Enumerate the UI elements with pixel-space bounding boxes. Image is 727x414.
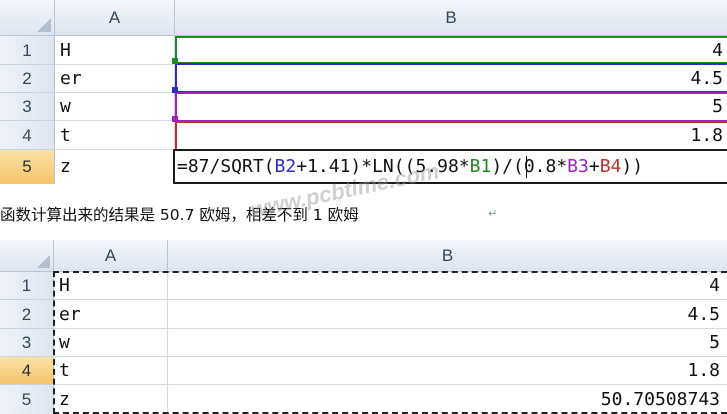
cell-b1[interactable]: 4: [176, 36, 725, 65]
cell-a4[interactable]: t: [57, 121, 173, 150]
corner-triangle-icon: [37, 255, 50, 268]
row-header-3[interactable]: 3: [0, 329, 54, 357]
cell-a5[interactable]: z: [56, 385, 166, 414]
row-header-1[interactable]: 1: [0, 272, 54, 300]
row-header-2[interactable]: 2: [0, 65, 55, 93]
return-mark-icon: ↵: [488, 207, 498, 220]
row-header-4-selected[interactable]: 4: [0, 357, 54, 385]
cell-a3[interactable]: w: [57, 93, 173, 121]
cell-a2[interactable]: er: [56, 300, 166, 329]
cell-a5[interactable]: z: [57, 150, 173, 184]
text-cursor: [526, 156, 527, 178]
formula-segment: +: [588, 156, 600, 177]
formula-segment: =87/SQRT(: [177, 156, 275, 177]
row-header-5-selected[interactable]: 5: [0, 150, 55, 184]
row-header-3[interactable]: 3: [0, 93, 55, 121]
cell-a4[interactable]: t: [56, 357, 166, 385]
cell-a1[interactable]: H: [57, 36, 173, 65]
cell-b3[interactable]: 5: [169, 329, 722, 357]
cell-b4[interactable]: 1.8: [176, 121, 725, 150]
formula-segment: B3: [567, 156, 589, 177]
cell-b1[interactable]: 4: [169, 272, 722, 300]
select-all-corner[interactable]: [0, 0, 55, 36]
row-header-2[interactable]: 2: [0, 300, 54, 329]
select-all-corner[interactable]: [0, 240, 54, 272]
cell-a1[interactable]: H: [56, 272, 166, 300]
cell-a3[interactable]: w: [56, 329, 166, 357]
column-header-b[interactable]: B: [175, 0, 727, 36]
formula-segment: )): [621, 156, 644, 177]
row-header-1[interactable]: 1: [0, 36, 55, 65]
formula-segment: B2: [274, 156, 297, 177]
formula-segment: B1: [469, 156, 492, 177]
row-header-4[interactable]: 4: [0, 121, 55, 150]
cell-b2[interactable]: 4.5: [169, 300, 722, 329]
cell-b3[interactable]: 5: [176, 93, 725, 121]
cell-b2[interactable]: 4.5: [176, 65, 725, 93]
column-header-b[interactable]: B: [168, 240, 727, 272]
cell-b4[interactable]: 1.8: [169, 357, 722, 385]
corner-triangle-icon: [37, 18, 51, 32]
column-header-a[interactable]: A: [55, 0, 175, 36]
cell-a2[interactable]: er: [57, 65, 173, 93]
formula-segment: B4: [599, 156, 622, 177]
row-header-5[interactable]: 5: [0, 385, 54, 414]
formula-text[interactable]: =87/SQRT(B2+1.41)*LN((5.98*B1)/(0.8*B3+B…: [177, 150, 725, 184]
cell-b5[interactable]: 50.70508743: [169, 385, 722, 414]
formula-segment: )/(0.8*: [491, 156, 568, 177]
column-header-a[interactable]: A: [54, 240, 168, 272]
